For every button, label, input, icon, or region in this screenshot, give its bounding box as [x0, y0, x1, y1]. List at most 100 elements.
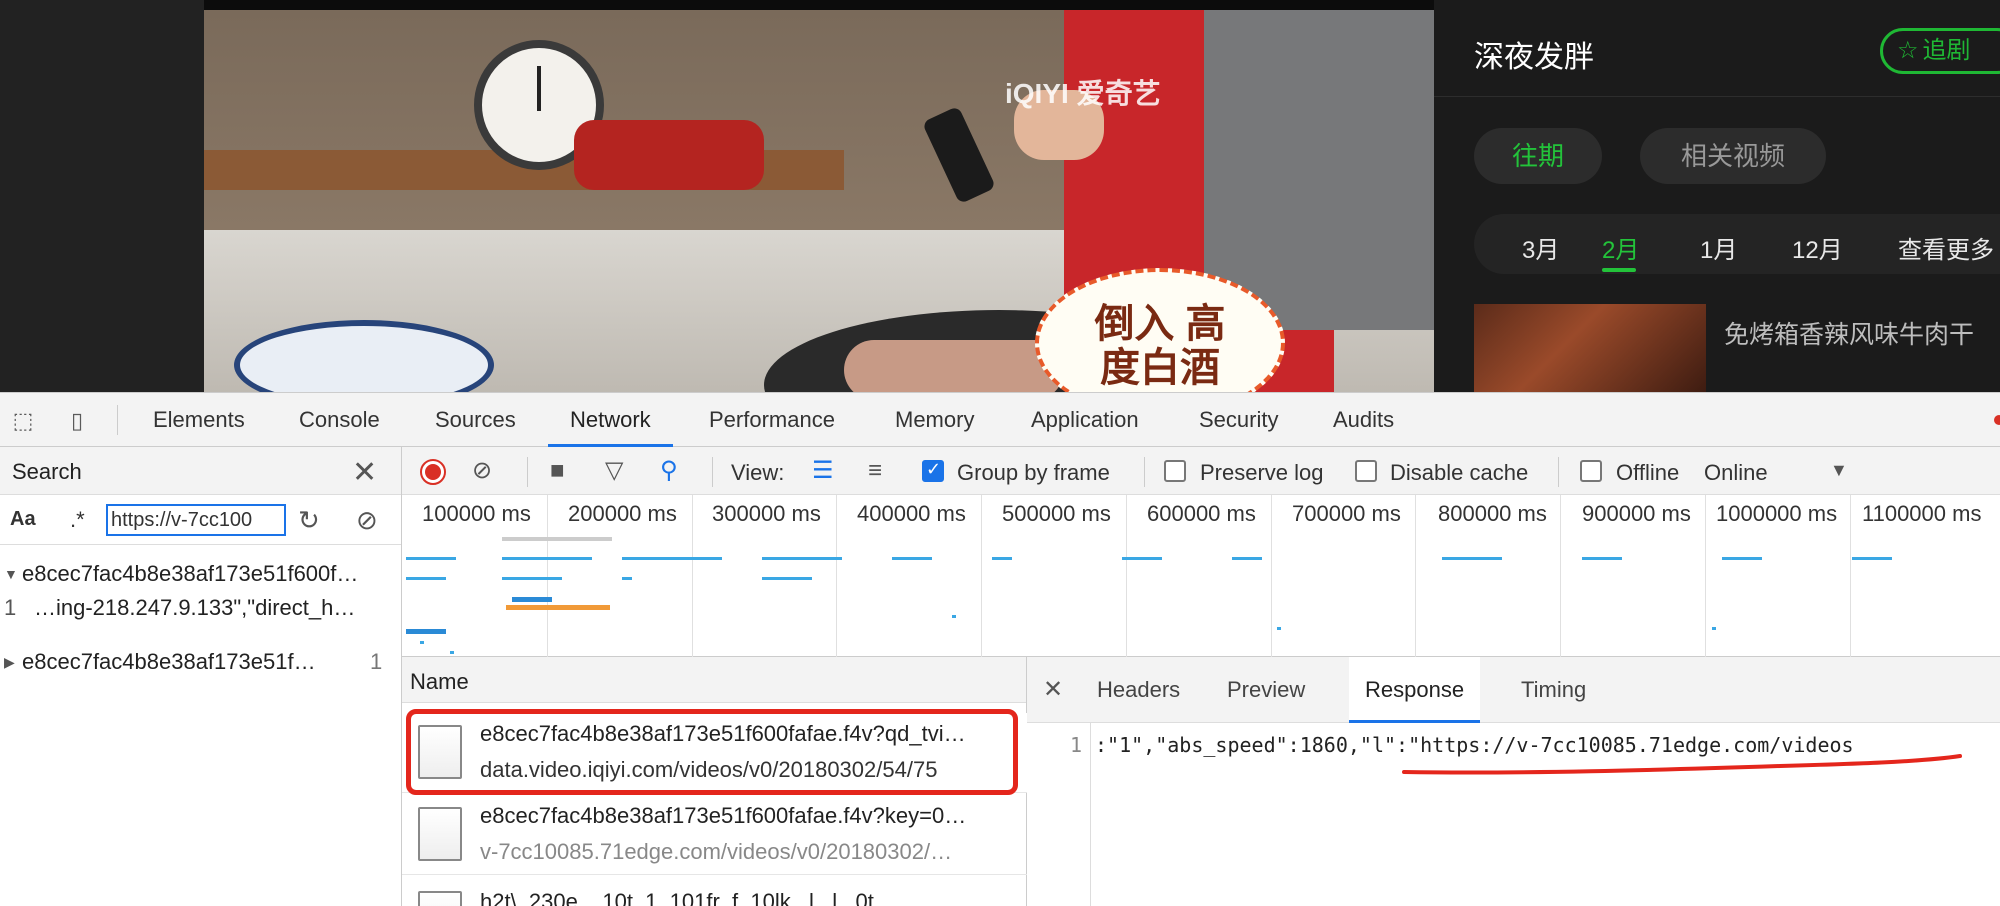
- video-scene-sleeve: [1204, 10, 1434, 330]
- episode-title[interactable]: 免烤箱香辣风味牛肉干: [1724, 315, 1974, 351]
- capture-screenshots-icon[interactable]: ■: [550, 457, 565, 485]
- tab-preview[interactable]: Preview: [1227, 657, 1305, 723]
- timeline-gridline: [1705, 495, 1706, 657]
- timeline-request-bar: [1582, 557, 1622, 560]
- name-column-header[interactable]: Name: [410, 669, 469, 695]
- timeline-tick: 300000 ms: [712, 501, 821, 526]
- timeline-request-bar: [622, 557, 722, 560]
- search-title: Search: [12, 459, 82, 484]
- tab-security[interactable]: Security: [1199, 393, 1278, 447]
- throttling-select[interactable]: Online: [1704, 460, 1768, 486]
- tab-timing[interactable]: Timing: [1521, 657, 1586, 723]
- tab-performance[interactable]: Performance: [709, 393, 835, 447]
- expanded-triangle-icon: ▼: [4, 566, 18, 582]
- group-by-frame-label[interactable]: Group by frame: [957, 460, 1110, 486]
- tab-past-episodes[interactable]: 往期: [1474, 128, 1602, 184]
- timeline-request-bar: [1712, 627, 1716, 630]
- match-case-toggle[interactable]: Aa: [10, 508, 36, 531]
- detail-tab-bar: ✕ Headers Preview Response Timing: [1027, 657, 2000, 723]
- offline-checkbox[interactable]: [1580, 460, 1602, 482]
- toolbar-divider: [117, 405, 118, 435]
- request-row[interactable]: e8cec7fac4b8e38af173e51f600fafae.f4v?key…: [402, 795, 1027, 875]
- timeline-tick: 900000 ms: [1582, 501, 1691, 526]
- waterfall-icon[interactable]: ≡: [868, 457, 882, 485]
- request-row[interactable]: h2t\_230e__10t_1_101fr_f_10lk...l...l...…: [402, 887, 1027, 906]
- close-icon[interactable]: ✕: [1043, 675, 1063, 704]
- disable-cache-label[interactable]: Disable cache: [1390, 460, 1528, 486]
- group-by-frame-checkbox[interactable]: [922, 459, 944, 482]
- follow-label: 追剧: [1922, 37, 1971, 64]
- tab-response[interactable]: Response: [1349, 657, 1481, 723]
- clear-icon[interactable]: ⊘: [356, 505, 378, 536]
- collapsed-triangle-icon: ▶: [4, 654, 15, 670]
- file-icon: [418, 891, 462, 906]
- request-list-header: Name: [402, 657, 1026, 703]
- search-bar: Aa .* ↻ ⊘: [0, 495, 401, 545]
- timeline-tick: 100000 ms: [422, 501, 531, 526]
- network-timeline-overview[interactable]: 100000 ms 200000 ms 300000 ms 400000 ms …: [402, 495, 2000, 657]
- tab-console[interactable]: Console: [299, 393, 380, 447]
- search-result-match[interactable]: 1 …ing-218.247.9.133","direct_h…: [0, 591, 402, 625]
- timeline-gridline: [1126, 495, 1127, 657]
- timeline-request-bar: [1442, 557, 1502, 560]
- search-input[interactable]: [106, 504, 286, 536]
- month-february[interactable]: 2月: [1602, 230, 1639, 265]
- tab-related-videos[interactable]: 相关视频: [1640, 128, 1826, 184]
- timeline-gridline: [1415, 495, 1416, 657]
- view-more-link[interactable]: 查看更多: [1898, 230, 1994, 265]
- timeline-request-bar: [502, 577, 562, 580]
- timeline-gridline: [1271, 495, 1272, 657]
- toolbar-divider: [1144, 457, 1145, 487]
- tab-application[interactable]: Application: [1031, 393, 1139, 447]
- tab-sources[interactable]: Sources: [435, 393, 516, 447]
- search-result-file[interactable]: ▼ e8cec7fac4b8e38af173e51f600f…: [0, 557, 402, 591]
- dropdown-arrow-icon[interactable]: ▼: [1830, 460, 1848, 481]
- record-button[interactable]: [420, 459, 446, 485]
- request-name: h2t\_230e__10t_1_101fr_f_10lk...l...l...…: [480, 889, 893, 906]
- month-december[interactable]: 12月: [1792, 230, 1843, 265]
- close-icon[interactable]: ✕: [352, 455, 377, 490]
- filter-icon[interactable]: ▽: [605, 457, 623, 485]
- timeline-request-bar: [952, 615, 956, 618]
- error-indicator-icon[interactable]: [1994, 415, 2000, 425]
- devtools-panel: ⬚ ▯ Elements Console Sources Network Per…: [0, 392, 2000, 906]
- tab-network[interactable]: Network: [548, 393, 673, 447]
- timeline-request-bar: [1232, 557, 1262, 560]
- timeline-gridline: [547, 495, 548, 657]
- show-title: 深夜发胖: [1474, 41, 1594, 74]
- tab-elements[interactable]: Elements: [153, 393, 245, 447]
- result-file-name: e8cec7fac4b8e38af173e51f600f…: [22, 561, 359, 586]
- star-icon: ☆: [1897, 37, 1919, 64]
- tab-audits[interactable]: Audits: [1333, 393, 1394, 447]
- tab-headers[interactable]: Headers: [1097, 657, 1180, 723]
- offline-label[interactable]: Offline: [1616, 460, 1679, 486]
- follow-button[interactable]: ☆ 追剧: [1880, 28, 2000, 74]
- preserve-log-label[interactable]: Preserve log: [1200, 460, 1324, 486]
- network-toolbar: ⊘ ■ ▽ ⚲ View: ☰ ≡ Group by frame Preserv…: [402, 447, 2000, 495]
- result-file-name: e8cec7fac4b8e38af173e51f…: [22, 649, 316, 674]
- large-rows-icon[interactable]: ☰: [812, 457, 834, 485]
- timeline-request-bar: [406, 577, 446, 580]
- tab-memory[interactable]: Memory: [895, 393, 974, 447]
- devtools-tab-bar: ⬚ ▯ Elements Console Sources Network Per…: [0, 393, 2000, 447]
- disable-cache-checkbox[interactable]: [1355, 460, 1377, 482]
- video-scene-pot: [574, 120, 764, 190]
- month-january[interactable]: 1月: [1700, 230, 1737, 265]
- clear-log-icon[interactable]: ⊘: [472, 457, 492, 485]
- regex-toggle[interactable]: .*: [70, 507, 85, 533]
- search-icon[interactable]: ⚲: [660, 457, 678, 485]
- month-march[interactable]: 3月: [1522, 230, 1559, 265]
- file-icon: [418, 807, 462, 861]
- toolbar-divider: [1558, 457, 1559, 487]
- preserve-log-checkbox[interactable]: [1164, 460, 1186, 482]
- month-selector: 3月 2月 1月 12月 查看更多: [1474, 214, 2000, 274]
- timeline-tick: 200000 ms: [568, 501, 677, 526]
- episode-thumbnail[interactable]: [1474, 304, 1706, 392]
- timeline-tick: 1100000 ms: [1862, 501, 1982, 526]
- result-match-count: 1: [370, 649, 383, 674]
- view-label: View:: [731, 460, 785, 485]
- device-toolbar-icon[interactable]: ▯: [64, 408, 90, 434]
- inspect-element-icon[interactable]: ⬚: [10, 408, 36, 434]
- search-result-file[interactable]: ▶ e8cec7fac4b8e38af173e51f… 1: [0, 645, 402, 679]
- refresh-icon[interactable]: ↻: [298, 505, 320, 536]
